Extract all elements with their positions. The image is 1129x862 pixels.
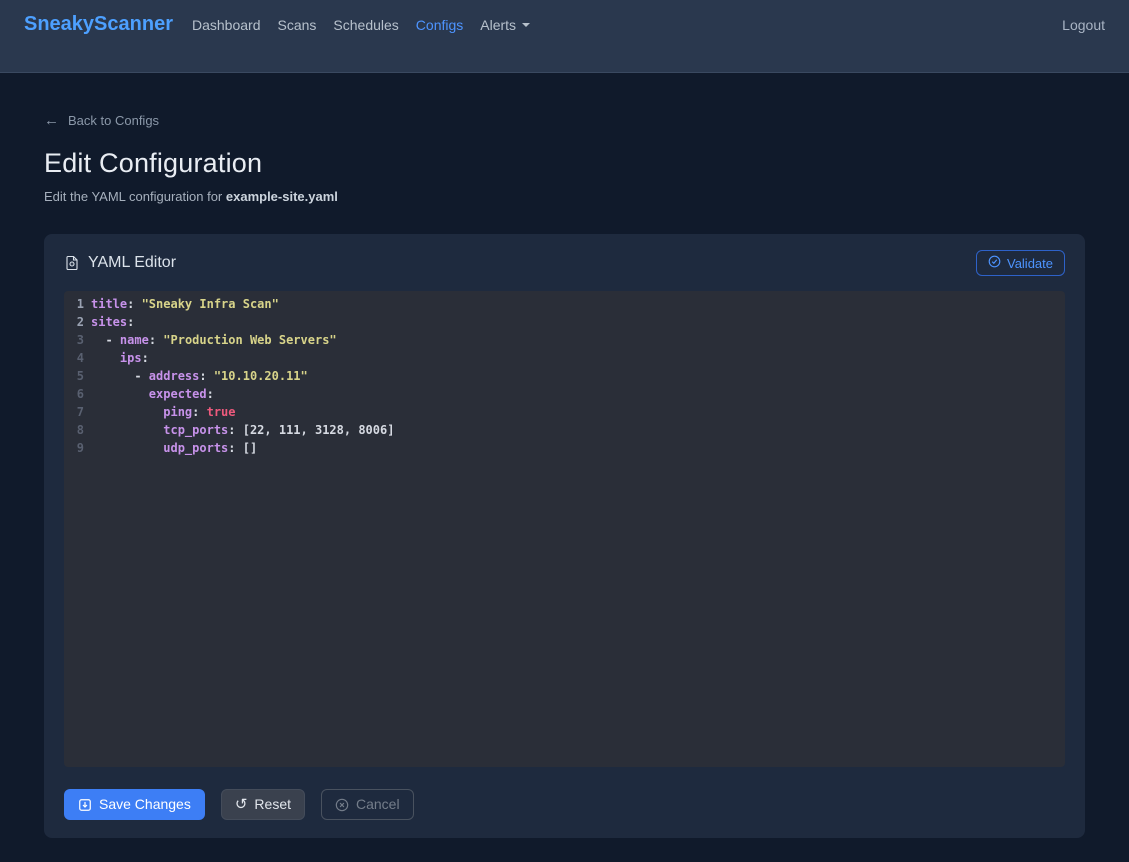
code-text: - name: "Production Web Servers" bbox=[91, 331, 337, 349]
line-number: 7 bbox=[64, 403, 84, 421]
card-header: YAML Editor Validate bbox=[44, 234, 1085, 291]
x-circle-icon bbox=[335, 798, 349, 812]
yaml-editor-card: YAML Editor Validate 1 title: "Sneaky Inf… bbox=[44, 234, 1085, 838]
brand-logo[interactable]: SneakyScanner bbox=[24, 13, 173, 36]
page-subtitle: Edit the YAML configuration for example-… bbox=[44, 189, 1085, 204]
logout-link[interactable]: Logout bbox=[1062, 17, 1105, 33]
line-number: 5 bbox=[64, 367, 84, 385]
box-arrow-in-down-icon bbox=[78, 798, 92, 812]
code-line: 9 udp_ports: [] bbox=[64, 439, 1065, 457]
line-number: 2 bbox=[64, 313, 84, 331]
code-text: ping: true bbox=[91, 403, 236, 421]
code-text: title: "Sneaky Infra Scan" bbox=[91, 295, 279, 313]
nav-item-alerts[interactable]: Alerts bbox=[480, 17, 530, 33]
subtitle-text: Edit the YAML configuration for bbox=[44, 189, 226, 204]
validate-button[interactable]: Validate bbox=[976, 250, 1065, 276]
line-number: 3 bbox=[64, 331, 84, 349]
counterclockwise-arrow-icon: ↺ bbox=[235, 797, 248, 812]
validate-button-label: Validate bbox=[1007, 256, 1053, 271]
yaml-editor[interactable]: 1title: "Sneaky Infra Scan"2sites:3 - na… bbox=[64, 291, 1065, 767]
code-line: 3 - name: "Production Web Servers" bbox=[64, 331, 1065, 349]
code-text: udp_ports: [] bbox=[91, 439, 257, 457]
card-title-label: YAML Editor bbox=[88, 254, 176, 272]
code-line: 7 ping: true bbox=[64, 403, 1065, 421]
code-line: 4 ips: bbox=[64, 349, 1065, 367]
line-number: 1 bbox=[64, 295, 84, 313]
cancel-label: Cancel bbox=[356, 796, 400, 813]
code-text: - address: "10.10.20.11" bbox=[91, 367, 308, 385]
code-line: 1 title: "Sneaky Infra Scan" bbox=[64, 295, 1065, 313]
nav-item-scans[interactable]: Scans bbox=[277, 17, 316, 33]
check-circle-icon bbox=[988, 255, 1001, 271]
code-line: 5 - address: "10.10.20.11" bbox=[64, 367, 1065, 385]
code-line: 6 expected: bbox=[64, 385, 1065, 403]
line-number: 4 bbox=[64, 349, 84, 367]
code-text: expected: bbox=[91, 385, 214, 403]
code-text: tcp_ports: [22, 111, 3128, 8006] bbox=[91, 421, 394, 439]
reset-label: Reset bbox=[254, 796, 291, 813]
page-title: Edit Configuration bbox=[44, 148, 1085, 179]
code-line: 8 tcp_ports: [22, 111, 3128, 8006] bbox=[64, 421, 1065, 439]
config-filename: example-site.yaml bbox=[226, 189, 338, 204]
nav-item-dashboard[interactable]: Dashboard bbox=[192, 17, 261, 33]
save-changes-label: Save Changes bbox=[99, 796, 191, 813]
nav-item-configs[interactable]: Configs bbox=[416, 17, 463, 33]
nav-item-schedules[interactable]: Schedules bbox=[333, 17, 398, 33]
back-link-label: Back to Configs bbox=[68, 113, 159, 128]
line-number: 8 bbox=[64, 421, 84, 439]
page-content: ← Back to Configs Edit Configuration Edi… bbox=[0, 73, 1129, 838]
file-code-icon bbox=[64, 255, 80, 271]
card-footer: Save Changes ↺ Reset Cancel bbox=[44, 767, 1085, 820]
nav-links: Dashboard Scans Schedules Configs Alerts bbox=[192, 17, 530, 33]
navbar: SneakyScanner Dashboard Scans Schedules Con… bbox=[0, 0, 1129, 73]
code-text: ips: bbox=[91, 349, 149, 367]
cancel-button[interactable]: Cancel bbox=[321, 789, 414, 820]
left-arrow-icon: ← bbox=[44, 113, 59, 128]
line-number: 6 bbox=[64, 385, 84, 403]
reset-button[interactable]: ↺ Reset bbox=[221, 789, 305, 820]
code-text: sites: bbox=[91, 313, 134, 331]
back-to-configs-link[interactable]: ← Back to Configs bbox=[44, 113, 159, 128]
code-line: 2 sites: bbox=[64, 313, 1065, 331]
line-number: 9 bbox=[64, 439, 84, 457]
card-title: YAML Editor bbox=[64, 254, 176, 272]
chevron-down-caret bbox=[522, 23, 530, 27]
save-changes-button[interactable]: Save Changes bbox=[64, 789, 205, 820]
